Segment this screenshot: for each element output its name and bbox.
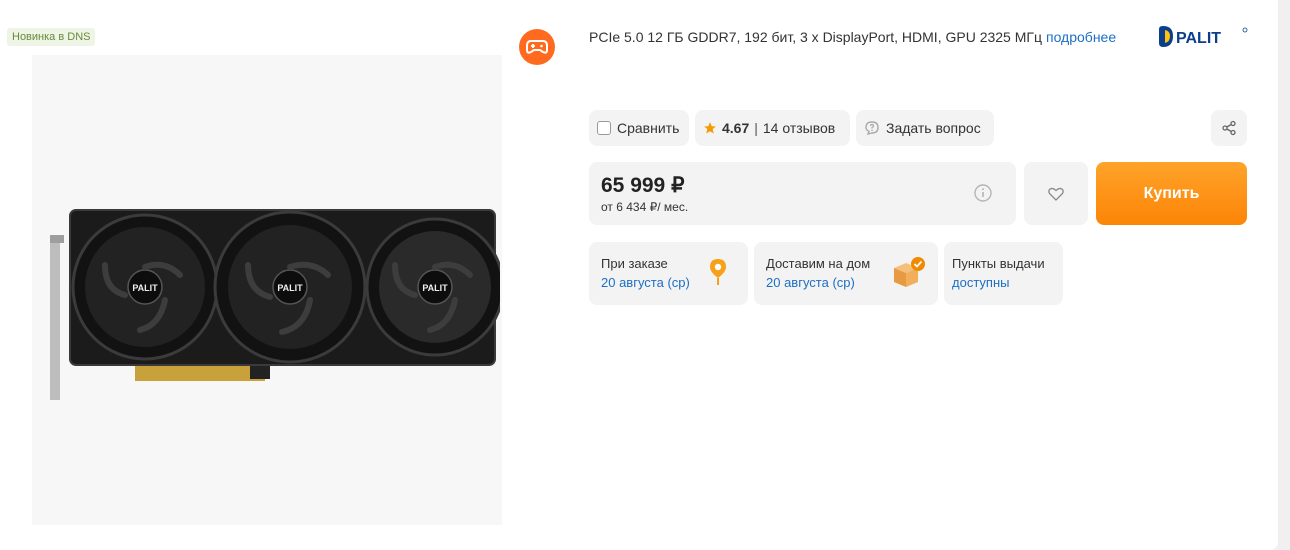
rating-button[interactable]: 4.67 | 14 отзывов [695, 110, 850, 146]
installment-price[interactable]: от 6 434 ₽/ мес. [601, 200, 688, 214]
specs-text: PCIe 5.0 12 ГБ GDDR7, 192 бит, 3 x Displ… [589, 29, 1042, 45]
brand-logo[interactable]: PALIT [1157, 25, 1249, 54]
info-icon[interactable] [974, 184, 992, 202]
reviews-count: 14 отзывов [762, 120, 836, 136]
brand-name: PALIT [1176, 30, 1221, 47]
pickup-points-option[interactable]: Пункты выдачи доступны [944, 242, 1063, 305]
star-icon [704, 122, 716, 134]
fan-brand-label: PALIT [422, 283, 448, 293]
compare-checkbox[interactable] [597, 121, 611, 135]
home-delivery-option[interactable]: Доставим на дом 20 августа (ср) [754, 242, 938, 305]
chat-question-icon [865, 121, 879, 136]
graphics-card-image: PALIT PALIT PALIT [50, 209, 500, 400]
ask-question-label: Задать вопрос [886, 120, 981, 136]
fan-brand-label: PALIT [132, 283, 158, 293]
gamepad-icon[interactable] [519, 29, 555, 65]
heart-icon [1048, 187, 1064, 201]
ask-question-button[interactable]: Задать вопрос [856, 110, 994, 146]
fan-brand-label: PALIT [277, 283, 303, 293]
product-specs: PCIe 5.0 12 ГБ GDDR7, 192 бит, 3 x Displ… [589, 29, 1116, 45]
share-icon [1222, 120, 1236, 136]
buy-button[interactable]: Купить [1096, 162, 1247, 225]
map-pin-icon [710, 259, 726, 285]
product-image[interactable]: PALIT PALIT PALIT [32, 55, 502, 525]
product-card: Новинка в DNS PALIT PALIT PALIT PCIe 5.0… [0, 0, 1278, 550]
pickup-option[interactable]: При заказе 20 августа (ср) [589, 242, 748, 305]
price-value: 65 999 ₽ [601, 174, 685, 197]
rating-value: 4.67 [722, 120, 750, 136]
details-link[interactable]: подробнее [1046, 29, 1116, 45]
compare-button[interactable]: Сравнить [589, 110, 689, 146]
pickup-points-title: Пункты выдачи [952, 256, 1045, 271]
pickup-points-status[interactable]: доступны [952, 275, 1051, 290]
box-check-icon [894, 257, 925, 287]
compare-label: Сравнить [617, 120, 680, 136]
new-badge: Новинка в DNS [7, 28, 96, 46]
favorite-button[interactable] [1024, 162, 1088, 225]
price-block: 65 999 ₽ от 6 434 ₽/ мес. [589, 162, 1016, 225]
share-button[interactable] [1211, 110, 1247, 146]
rating-separator: | [754, 120, 758, 136]
